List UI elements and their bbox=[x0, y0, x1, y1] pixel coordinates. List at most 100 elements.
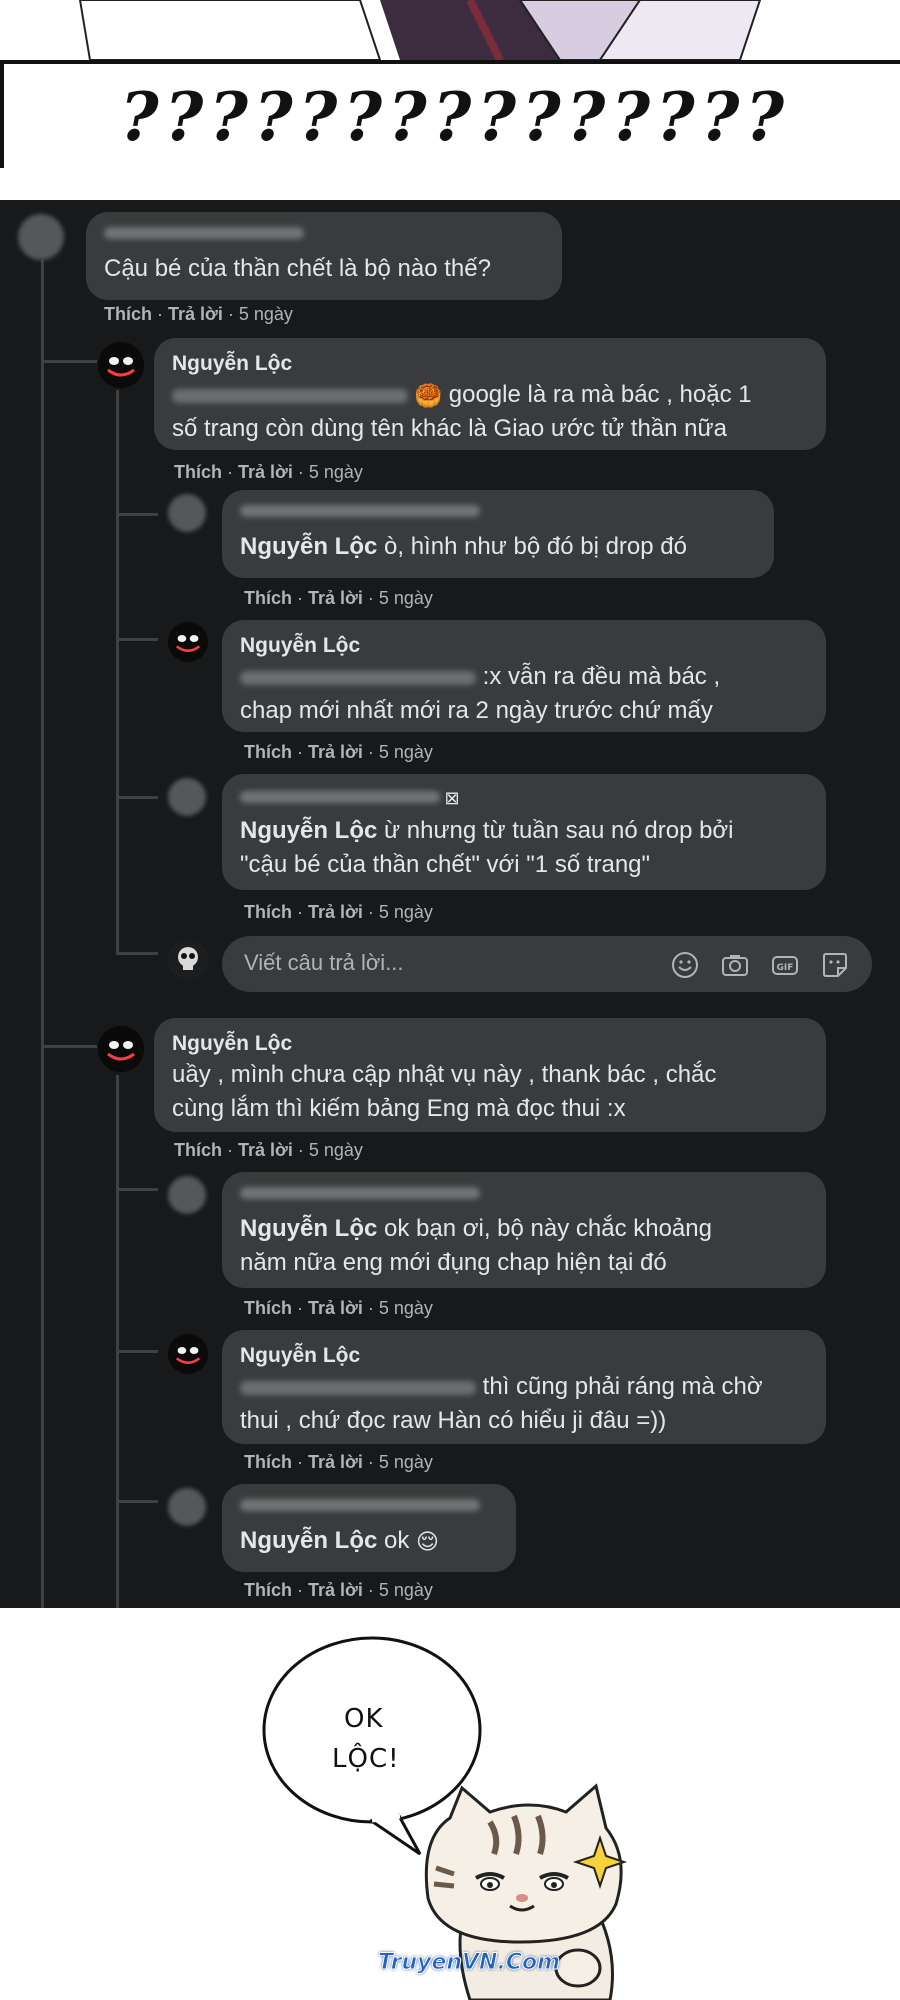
timestamp[interactable]: 5 ngày bbox=[239, 304, 293, 324]
reply-link[interactable]: Trả lời bbox=[308, 742, 363, 762]
timestamp[interactable]: 5 ngày bbox=[379, 1580, 433, 1600]
comment-text: thì cũng phải ráng mà chờ bbox=[240, 1370, 763, 1404]
thread-line-sub1 bbox=[116, 390, 119, 955]
like-link[interactable]: Thích bbox=[244, 902, 292, 922]
svg-text:GIF: GIF bbox=[777, 963, 794, 973]
monster-face-icon bbox=[168, 1334, 208, 1374]
mention-link[interactable]: Nguyễn Lộc bbox=[240, 533, 377, 560]
author-name-blurred[interactable] bbox=[240, 1498, 480, 1516]
comment-bubble-root: Cậu bé của thần chết là bộ nào thế? bbox=[86, 212, 562, 300]
avatar[interactable] bbox=[168, 1334, 208, 1374]
timestamp[interactable]: 5 ngày bbox=[309, 1140, 363, 1160]
smiling-face-emoji-icon: 😌 bbox=[416, 1528, 439, 1554]
timestamp[interactable]: 5 ngày bbox=[379, 588, 433, 608]
timestamp[interactable]: 5 ngày bbox=[379, 1452, 433, 1472]
avatar[interactable] bbox=[168, 622, 208, 662]
mention-blurred[interactable] bbox=[240, 1380, 476, 1395]
avatar[interactable] bbox=[168, 494, 206, 532]
reply-link[interactable]: Trả lời bbox=[308, 1298, 363, 1318]
comment-actions: Thích · Trả lời · 5 ngày bbox=[244, 742, 433, 762]
comment-bubble-r2: Nguyễn Lộc uầy , mình chưa cập nhật vụ n… bbox=[154, 1018, 826, 1132]
thread-line-sub1-input bbox=[116, 952, 158, 955]
like-link[interactable]: Thích bbox=[244, 588, 292, 608]
comment-actions: Thích · Trả lời · 5 ngày bbox=[244, 1298, 433, 1318]
thread-line-sub2-c bbox=[116, 1500, 158, 1503]
author-name[interactable]: Nguyễn Lộc bbox=[172, 1032, 292, 1056]
monster-face-icon bbox=[168, 622, 208, 662]
truyenvn-watermark: TruyenVN.Com bbox=[377, 1950, 561, 1976]
comment-text: 🥮 google là ra mà bác , hoặc 1 bbox=[172, 378, 752, 413]
avatar[interactable] bbox=[168, 778, 206, 816]
comment-text: Nguyễn Lộc ò, hình như bộ đó bị drop đó bbox=[240, 533, 687, 560]
author-name[interactable]: Nguyễn Lộc bbox=[240, 1344, 360, 1368]
mention-blurred[interactable] bbox=[240, 670, 476, 685]
sticker-icon[interactable] bbox=[820, 950, 850, 980]
author-name-blurred[interactable]: ⊠ bbox=[240, 788, 460, 809]
reply-link[interactable]: Trả lời bbox=[168, 304, 223, 324]
comment-actions: Thích · Trả lời · 5 ngày bbox=[244, 1580, 433, 1600]
like-link[interactable]: Thích bbox=[174, 1140, 222, 1160]
reply-input[interactable]: Viết câu trả lời... GIF bbox=[222, 936, 872, 992]
author-name-blurred[interactable] bbox=[240, 1186, 480, 1204]
mention-link[interactable]: Nguyễn Lộc bbox=[240, 1215, 377, 1242]
like-link[interactable]: Thích bbox=[244, 1580, 292, 1600]
avatar[interactable] bbox=[168, 1176, 206, 1214]
reply-link[interactable]: Trả lời bbox=[308, 588, 363, 608]
sticker-panel: OK LỘC! TruyenVN.Com bbox=[0, 1608, 900, 2000]
like-link[interactable]: Thích bbox=[104, 304, 152, 324]
comic-art-strip bbox=[78, 0, 762, 62]
reply-link[interactable]: Trả lời bbox=[308, 902, 363, 922]
speech-text-ok: OK bbox=[344, 1704, 384, 1734]
comment-bubble-r1b: Nguyễn Lộc :x vẫn ra đều mà bác , chap m… bbox=[222, 620, 826, 732]
reply-link[interactable]: Trả lời bbox=[308, 1452, 363, 1472]
emoji-picker-icon[interactable] bbox=[670, 950, 700, 980]
avatar[interactable] bbox=[98, 1026, 144, 1072]
like-link[interactable]: Thích bbox=[174, 462, 222, 482]
gif-icon[interactable]: GIF bbox=[770, 950, 800, 980]
thread-line-sub2-a bbox=[116, 1188, 158, 1191]
avatar[interactable] bbox=[168, 1488, 206, 1526]
question-marks-caption: ??????????????? bbox=[119, 78, 791, 156]
camera-icon[interactable] bbox=[720, 950, 750, 980]
timestamp[interactable]: 5 ngày bbox=[379, 742, 433, 762]
author-name[interactable]: Nguyễn Lộc bbox=[172, 352, 292, 376]
author-name-blurred[interactable] bbox=[240, 504, 480, 522]
thread-line-sub1-a bbox=[116, 513, 158, 516]
avatar[interactable] bbox=[18, 214, 64, 260]
like-link[interactable]: Thích bbox=[244, 1452, 292, 1472]
comment-bubble-r1a: Nguyễn Lộc ò, hình như bộ đó bị drop đó bbox=[222, 490, 774, 578]
current-user-avatar[interactable] bbox=[168, 940, 208, 980]
mention-link[interactable]: Nguyễn Lộc bbox=[240, 817, 377, 844]
comment-text-line2: "cậu bé của thần chết" với "1 số trang" bbox=[240, 851, 651, 878]
reply-link[interactable]: Trả lời bbox=[238, 462, 293, 482]
comment-text: uầy , mình chưa cập nhật vụ này , thank … bbox=[172, 1061, 717, 1088]
facebook-comment-thread: Cậu bé của thần chết là bộ nào thế? Thíc… bbox=[0, 200, 900, 1608]
timestamp[interactable]: 5 ngày bbox=[309, 462, 363, 482]
comment-bubble-r2b: Nguyễn Lộc thì cũng phải ráng mà chờ thu… bbox=[222, 1330, 826, 1444]
comment-actions: Thích · Trả lời · 5 ngày bbox=[244, 1452, 433, 1472]
author-name-blurred[interactable] bbox=[104, 226, 304, 244]
timestamp[interactable]: 5 ngày bbox=[379, 1298, 433, 1318]
thread-line-sub1-b bbox=[116, 638, 158, 641]
like-link[interactable]: Thích bbox=[244, 1298, 292, 1318]
thread-line-r1 bbox=[41, 360, 97, 363]
author-name[interactable]: Nguyễn Lộc bbox=[240, 634, 360, 658]
reply-link[interactable]: Trả lời bbox=[238, 1140, 293, 1160]
mention-link[interactable]: Nguyễn Lộc bbox=[240, 1527, 377, 1554]
mention-blurred[interactable] bbox=[172, 388, 408, 403]
like-link[interactable]: Thích bbox=[244, 742, 292, 762]
monster-face-icon bbox=[98, 342, 144, 388]
comment-text-line2: thui , chứ đọc raw Hàn có hiểu ji đâu =)… bbox=[240, 1407, 667, 1434]
monster-face-icon bbox=[98, 1026, 144, 1072]
comment-actions: Thích · Trả lời · 5 ngày bbox=[244, 902, 433, 922]
comment-bubble-r2c: Nguyễn Lộc ok 😌 bbox=[222, 1484, 516, 1572]
comment-actions: Thích · Trả lời · 5 ngày bbox=[104, 304, 293, 324]
panel-border-left bbox=[0, 60, 4, 168]
speech-text-loc: LỘC! bbox=[332, 1744, 400, 1774]
comment-bubble-r2a: Nguyễn Lộc ok bạn ơi, bộ này chắc khoảng… bbox=[222, 1172, 826, 1288]
timestamp[interactable]: 5 ngày bbox=[379, 902, 433, 922]
comment-actions: Thích · Trả lời · 5 ngày bbox=[174, 1140, 363, 1160]
comment-text-line2: năm nữa eng mới đụng chap hiện tại đó bbox=[240, 1249, 667, 1276]
avatar[interactable] bbox=[98, 342, 144, 388]
reply-link[interactable]: Trả lời bbox=[308, 1580, 363, 1600]
